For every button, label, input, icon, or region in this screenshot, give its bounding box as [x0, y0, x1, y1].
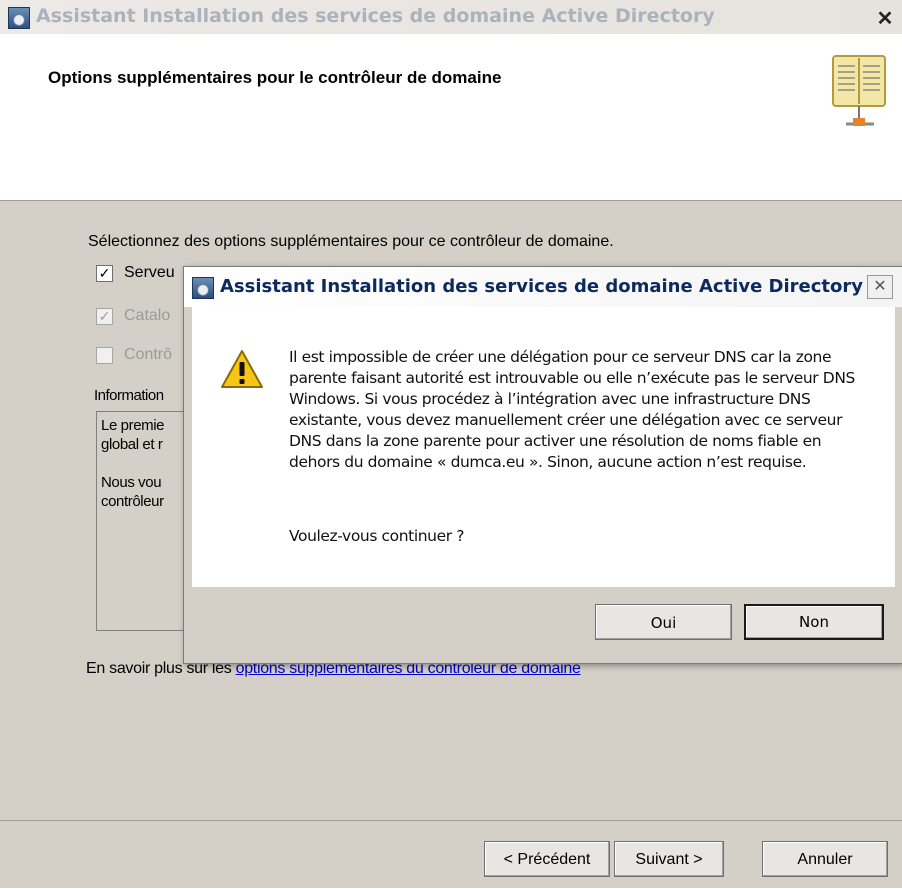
message-text: Il est impossible de créer une délégatio… — [289, 348, 855, 471]
main-window-title: Assistant Installation des services de d… — [36, 5, 715, 27]
cancel-button[interactable]: Annuler — [762, 841, 888, 877]
wizard-footer: < Précédent Suivant > Annuler — [0, 820, 902, 889]
intro-text: Sélectionnez des options supplémentaires… — [88, 233, 614, 250]
main-titlebar[interactable]: Assistant Installation des services de d… — [0, 0, 902, 35]
message-box-content: Il est impossible de créer une délégatio… — [192, 307, 895, 587]
app-icon — [8, 7, 30, 29]
global-catalog-checkbox: ✓ — [96, 308, 113, 325]
information-text: Le premie global et r Nous vou contrôleu… — [101, 417, 165, 510]
app-icon — [192, 277, 214, 299]
message-box-close-button[interactable]: ✕ — [867, 275, 893, 299]
information-label: Information — [94, 387, 164, 404]
dns-server-label: Serveu — [124, 264, 175, 281]
message-box-dialog: Assistant Installation des services de d… — [183, 266, 902, 664]
main-close-button[interactable]: ✕ — [872, 8, 898, 30]
wizard-page-title: Options supplémentaires pour le contrôle… — [48, 68, 502, 87]
yes-button[interactable]: Oui — [595, 604, 732, 640]
wizard-header: Options supplémentaires pour le contrôle… — [0, 34, 902, 201]
global-catalog-label: Catalo — [124, 307, 171, 324]
message-box-title: Assistant Installation des services de d… — [220, 276, 863, 297]
next-button[interactable]: Suivant > — [614, 841, 724, 877]
rodc-checkbox — [96, 347, 113, 364]
no-button[interactable]: Non — [744, 604, 884, 640]
dns-server-checkbox[interactable]: ✓ — [96, 265, 113, 282]
warning-icon — [221, 350, 263, 388]
message-question: Voulez-vous continuer ? — [289, 527, 465, 545]
rodc-label: Contrô — [124, 346, 173, 363]
book-icon — [832, 55, 886, 126]
back-button[interactable]: < Précédent — [484, 841, 610, 877]
message-box-titlebar[interactable]: Assistant Installation des services de d… — [184, 267, 902, 307]
